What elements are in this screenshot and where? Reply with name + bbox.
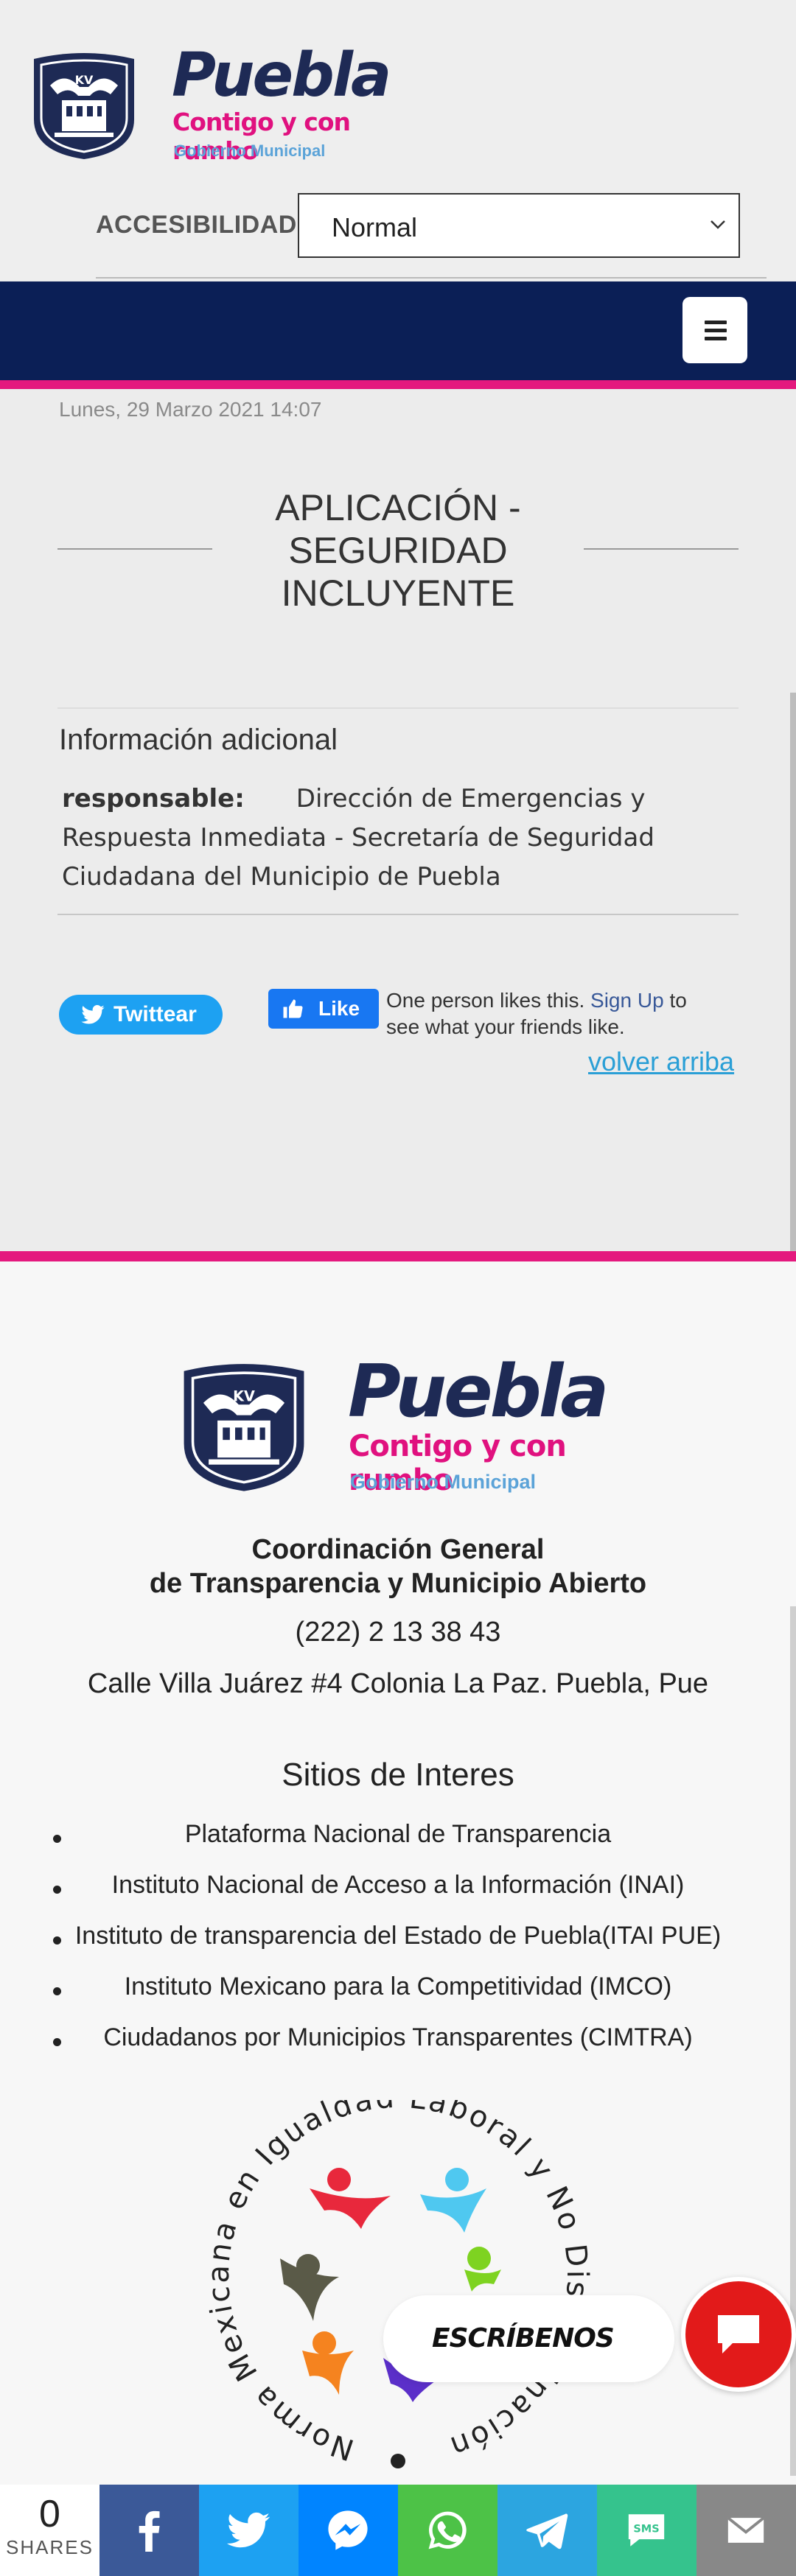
sites-list-item[interactable]: Instituto Mexicano para la Competitivida… bbox=[44, 1973, 752, 2023]
share-bar: 0 SHARES SMS bbox=[0, 2485, 796, 2576]
facebook-signup-link[interactable]: Sign Up bbox=[590, 989, 664, 1012]
back-to-top-link[interactable]: volver arriba bbox=[588, 1046, 734, 1077]
svg-text:SMS: SMS bbox=[633, 2523, 659, 2535]
footer-phone: (222) 2 13 38 43 bbox=[295, 1617, 501, 1648]
equality-norm-badge: Norma Mexicana en Igualdad Laboral y No … bbox=[202, 2100, 594, 2468]
twitter-bird-icon bbox=[81, 1005, 105, 1024]
responsable-label: responsable: bbox=[62, 784, 245, 813]
facebook-like-button[interactable]: Like bbox=[268, 989, 379, 1029]
chat-button[interactable] bbox=[681, 2277, 796, 2392]
share-email-button[interactable] bbox=[696, 2485, 796, 2576]
info-divider-top bbox=[57, 707, 739, 709]
like-label: Like bbox=[318, 997, 360, 1020]
sms-icon: SMS bbox=[628, 2514, 665, 2547]
title-divider-right bbox=[584, 548, 739, 550]
content-scrollbar[interactable] bbox=[790, 693, 796, 1282]
write-us-label: ESCRÍBENOS bbox=[432, 2323, 615, 2353]
share-messenger-button[interactable] bbox=[298, 2485, 398, 2576]
navbar-accent-stripe bbox=[0, 380, 796, 389]
share-facebook-button[interactable] bbox=[100, 2485, 199, 2576]
footer-coordination: Coordinación General de Transparencia y … bbox=[149, 1534, 647, 1599]
accessibility-select[interactable]: Normal bbox=[298, 193, 740, 258]
brand-government: Gobierno Municipal bbox=[174, 141, 326, 160]
article-title: APLICACIÓN - SEGURIDAD INCLUYENTE bbox=[275, 487, 521, 614]
share-telegram-button[interactable] bbox=[498, 2485, 597, 2576]
accessibility-label: ACCESIBILIDAD bbox=[96, 211, 297, 239]
telegram-icon bbox=[526, 2513, 568, 2549]
footer-accent-stripe bbox=[0, 1251, 796, 1261]
coat-of-arms-icon: KV bbox=[184, 1364, 304, 1491]
info-heading: Información adicional bbox=[59, 724, 338, 756]
coat-of-arms-icon: KV bbox=[34, 53, 134, 159]
sites-heading: Sitios de Interes bbox=[282, 1757, 514, 1793]
accessibility-selected-value: Normal bbox=[332, 212, 418, 242]
title-divider-left bbox=[57, 548, 212, 550]
tweet-label: Twittear bbox=[114, 1002, 197, 1026]
sites-list-item[interactable]: Instituto de transparencia del Estado de… bbox=[44, 1922, 752, 1973]
footer-address: Calle Villa Juárez #4 Colonia La Paz. Pu… bbox=[87, 1668, 709, 1699]
facebook-icon bbox=[139, 2510, 160, 2552]
sites-list-item[interactable]: Plataforma Nacional de Transparencia bbox=[44, 1820, 752, 1871]
footer-brand-government: Gobierno Municipal bbox=[350, 1471, 537, 1493]
chevron-down-icon bbox=[711, 220, 725, 229]
messenger-icon bbox=[328, 2510, 368, 2550]
twitter-icon bbox=[227, 2512, 270, 2548]
share-count: 0 SHARES bbox=[0, 2485, 100, 2576]
sites-list-item[interactable]: Ciudadanos por Municipios Transparentes … bbox=[44, 2023, 752, 2074]
facebook-like-text: One person likes this. Sign Up to see wh… bbox=[386, 989, 687, 1038]
thumbs-up-icon bbox=[283, 999, 303, 1018]
share-sms-button[interactable]: SMS bbox=[597, 2485, 696, 2576]
site-logo[interactable]: KV Puebla Contigo y con rumbo Gobierno M… bbox=[28, 46, 411, 171]
svg-text:KV: KV bbox=[233, 1387, 255, 1404]
menu-toggle-button[interactable] bbox=[682, 297, 747, 363]
whatsapp-icon bbox=[428, 2511, 467, 2549]
write-us-button[interactable]: ESCRÍBENOS bbox=[383, 2295, 674, 2382]
main-navbar bbox=[0, 281, 796, 380]
chat-bubble-icon bbox=[718, 2315, 759, 2353]
share-twitter-button[interactable] bbox=[199, 2485, 298, 2576]
email-icon bbox=[727, 2516, 765, 2543]
brand-name: Puebla bbox=[172, 41, 391, 111]
header-divider bbox=[96, 277, 767, 279]
footer-logo[interactable]: KV Puebla Contigo y con rumbo Gobierno M… bbox=[177, 1356, 649, 1503]
article-date: Lunes, 29 Marzo 2021 14:07 bbox=[59, 398, 322, 421]
hamburger-icon bbox=[705, 321, 727, 324]
info-responsable: responsable: Dirección de Emergencias y R… bbox=[62, 780, 740, 897]
share-whatsapp-button[interactable] bbox=[398, 2485, 498, 2576]
info-divider-bottom bbox=[57, 914, 739, 915]
tweet-button[interactable]: Twittear bbox=[59, 995, 223, 1035]
footer-brand-name: Puebla bbox=[348, 1350, 609, 1434]
sites-list: Plataforma Nacional de Transparencia Ins… bbox=[44, 1820, 752, 2074]
svg-text:Norma Mexicana en Igualdad Lab: Norma Mexicana en Igualdad Laboral y No … bbox=[202, 2100, 594, 2466]
svg-text:KV: KV bbox=[75, 73, 94, 87]
sites-list-item[interactable]: Instituto Nacional de Acceso a la Inform… bbox=[44, 1871, 752, 1922]
